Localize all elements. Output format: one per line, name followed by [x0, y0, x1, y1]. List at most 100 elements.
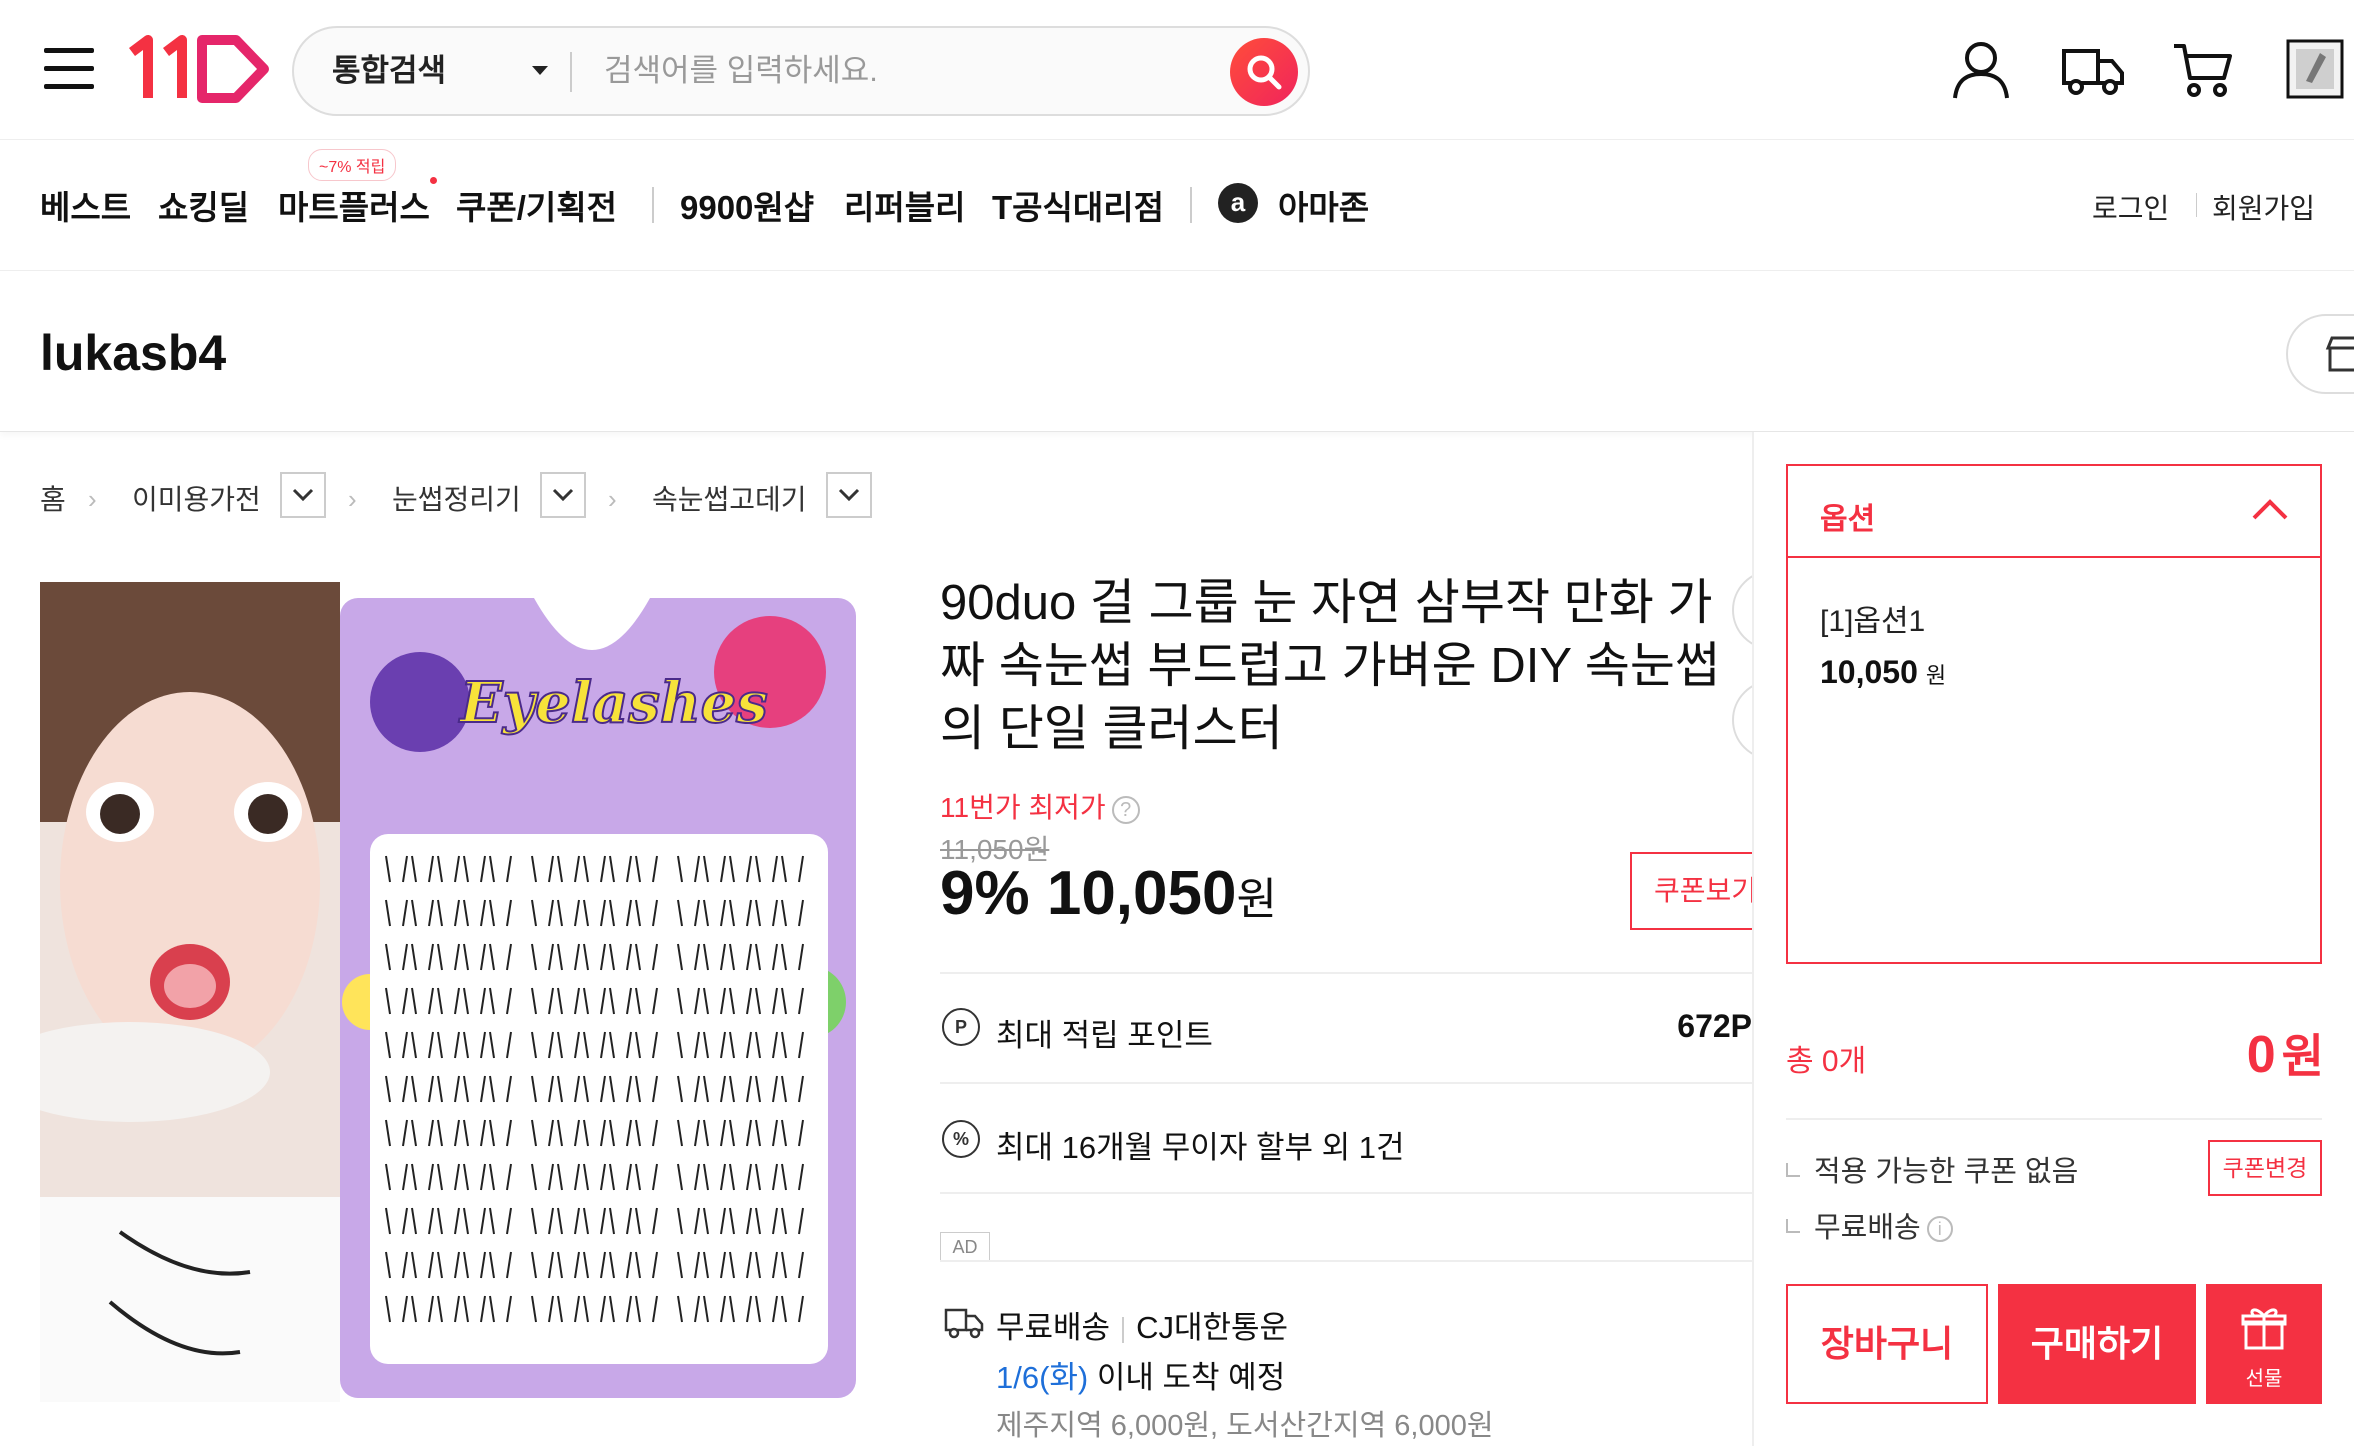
- divider: [940, 1260, 1752, 1262]
- eta-date: 1/6(화): [996, 1360, 1089, 1395]
- points-label: 최대 적립 포인트: [996, 1018, 1213, 1053]
- nav-item-t-official[interactable]: T공식대리점: [992, 181, 1164, 229]
- breadcrumb-dropdown-1[interactable]: [280, 472, 326, 518]
- nav-item-refurbly[interactable]: 리퍼블리: [844, 181, 965, 229]
- hamburger-menu-icon[interactable]: [44, 48, 94, 90]
- gift-icon: [2241, 1308, 2287, 1350]
- info-icon[interactable]: i: [1926, 1216, 1953, 1243]
- delivery-eta: 1/6(화) 이내 도착 예정: [996, 1352, 1285, 1397]
- breadcrumb-category-2[interactable]: 눈썹정리기: [392, 478, 521, 518]
- help-icon[interactable]: ?: [1111, 795, 1140, 824]
- divider: [940, 1192, 1752, 1194]
- points-icon: P: [942, 1008, 980, 1046]
- tree-branch-icon: [1786, 1163, 1800, 1177]
- add-to-cart-button[interactable]: 장바구니: [1786, 1284, 1988, 1404]
- product-image[interactable]: Eyelashes: [40, 582, 860, 1402]
- courier-name: CJ대한통운: [1136, 1310, 1289, 1345]
- points-row: P 최대 적립 포인트 672P: [940, 1002, 1752, 1053]
- total-count: 총 0개: [1786, 1045, 1867, 1078]
- chevron-right-icon: ›: [608, 484, 617, 514]
- discount-rate: 9%: [940, 859, 1030, 928]
- sale-price: 9% 10,050원: [940, 858, 1277, 929]
- recent-viewed-icon[interactable]: [2284, 34, 2344, 104]
- chevron-up-icon[interactable]: [2250, 494, 2290, 524]
- option-selector: 옵션 [1]옵션1 10,050 원: [1786, 464, 2322, 964]
- new-dot-indicator: [430, 177, 437, 184]
- nav-divider: [652, 187, 654, 223]
- eta-text: 이내 도착 예정: [1088, 1360, 1286, 1395]
- nav-item-shocking-deal[interactable]: 쇼킹딜: [158, 181, 249, 229]
- seller-name[interactable]: lukasb4: [40, 324, 226, 382]
- seller-bar: lukasb4: [0, 272, 2354, 432]
- shipping-line: 무료배송 CJ대한통운: [996, 1302, 1288, 1347]
- currency-unit: 원: [1236, 875, 1277, 924]
- tree-branch-icon: [1786, 1219, 1800, 1233]
- shipping-status-text: 무료배송: [1814, 1212, 1921, 1244]
- chevron-right-icon: ›: [88, 484, 97, 514]
- store-button[interactable]: [2286, 314, 2354, 394]
- caret-down-icon[interactable]: [532, 66, 548, 75]
- site-logo[interactable]: [126, 34, 272, 104]
- option-item-price: 10,050 원: [1820, 654, 1946, 691]
- currency-unit: 원: [1925, 663, 1947, 688]
- breadcrumb-category-3[interactable]: 속눈썹고데기: [652, 478, 807, 518]
- nav-item-amazon[interactable]: 아마존: [1278, 181, 1369, 229]
- pipe-divider: [1122, 1316, 1125, 1343]
- buy-now-button[interactable]: 구매하기: [1998, 1284, 2196, 1404]
- currency-unit: 원: [2281, 1030, 2324, 1082]
- category-nav: 베스트 쇼킹딜 ~7% 적립 마트플러스 쿠폰/기획전 9900원샵 리퍼블리 …: [0, 141, 2354, 271]
- top-header: 통합검색: [0, 0, 2354, 140]
- coupon-change-button[interactable]: 쿠폰변경: [2208, 1140, 2322, 1196]
- search-input[interactable]: [604, 42, 1204, 100]
- option-side-panel: 옵션 [1]옵션1 10,050 원 총 0개 0원 적용 가능한 쿠폰 없음 쿠…: [1752, 432, 2354, 1446]
- coupon-status: 적용 가능한 쿠폰 없음: [1786, 1148, 2078, 1190]
- option-item-name[interactable]: [1]옵션1: [1820, 596, 1925, 640]
- total-price-value: 0: [2246, 1026, 2276, 1084]
- chevron-down-icon: [838, 488, 860, 502]
- gift-label: 선물: [2245, 1368, 2283, 1390]
- chevron-down-icon: [552, 488, 574, 502]
- cart-icon[interactable]: [2168, 34, 2238, 104]
- lowest-price-label: 11번가 최저가?: [940, 786, 1140, 826]
- option-header[interactable]: 옵션: [1788, 466, 2320, 558]
- product-title: 90duo 걸 그룹 눈 자연 삼부작 만화 가짜 속눈썹 부드럽고 가벼운 D…: [940, 576, 1720, 756]
- shipping-truck-icon: [944, 1306, 984, 1340]
- login-link[interactable]: 로그인: [2092, 187, 2169, 227]
- search-button[interactable]: [1230, 38, 1298, 106]
- installment-label: 최대 16개월 무이자 할부 외 1건: [996, 1130, 1405, 1165]
- nav-item-best[interactable]: 베스트: [40, 181, 131, 229]
- nav-divider: [1190, 187, 1192, 223]
- installment-row[interactable]: % 최대 16개월 무이자 할부 외 1건: [940, 1114, 1752, 1165]
- divider: [940, 972, 1752, 974]
- coupon-status-text: 적용 가능한 쿠폰 없음: [1814, 1156, 2079, 1188]
- search-scope-select[interactable]: 통합검색: [332, 28, 446, 114]
- breadcrumb-dropdown-2[interactable]: [540, 472, 586, 518]
- search-divider: [570, 52, 572, 92]
- ad-badge: AD: [940, 1232, 990, 1262]
- nav-item-9900-shop[interactable]: 9900원샵: [680, 181, 814, 229]
- search-icon: [1247, 55, 1282, 90]
- breadcrumb-category-1[interactable]: 이미용가전: [132, 478, 261, 518]
- free-shipping-text: 무료배송: [996, 1310, 1111, 1345]
- signup-link[interactable]: 회원가입: [2212, 187, 2315, 227]
- points-value: 672P: [1677, 1008, 1752, 1044]
- shipping-status: 무료배송 i: [1786, 1204, 1953, 1246]
- chevron-right-icon: ›: [348, 484, 357, 514]
- delivery-truck-icon[interactable]: [2058, 34, 2128, 104]
- nav-item-mart-plus[interactable]: 마트플러스: [278, 181, 430, 229]
- divider: [1786, 1118, 2322, 1120]
- sale-price-value: 10,050: [1046, 859, 1237, 928]
- search-bar: 통합검색: [292, 26, 1310, 116]
- store-icon: [2325, 336, 2354, 372]
- nav-divider: [2196, 193, 2197, 217]
- my-account-icon[interactable]: [1946, 34, 2016, 104]
- nav-item-coupon[interactable]: 쿠폰/기획전: [456, 181, 617, 229]
- breadcrumb: 홈 › 이미용가전 › 눈썹정리기 › 속눈썹고데기: [0, 470, 1000, 520]
- total-price: 0원: [2247, 1020, 2324, 1086]
- region-shipping-fee: 제주지역 6,000원, 도서산간지역 6,000원: [996, 1410, 1494, 1442]
- gift-button[interactable]: 선물: [2206, 1284, 2322, 1404]
- breadcrumb-home[interactable]: 홈: [40, 478, 66, 518]
- installment-icon: %: [942, 1120, 980, 1158]
- breadcrumb-dropdown-3[interactable]: [826, 472, 872, 518]
- option-price-value: 10,050: [1820, 654, 1918, 690]
